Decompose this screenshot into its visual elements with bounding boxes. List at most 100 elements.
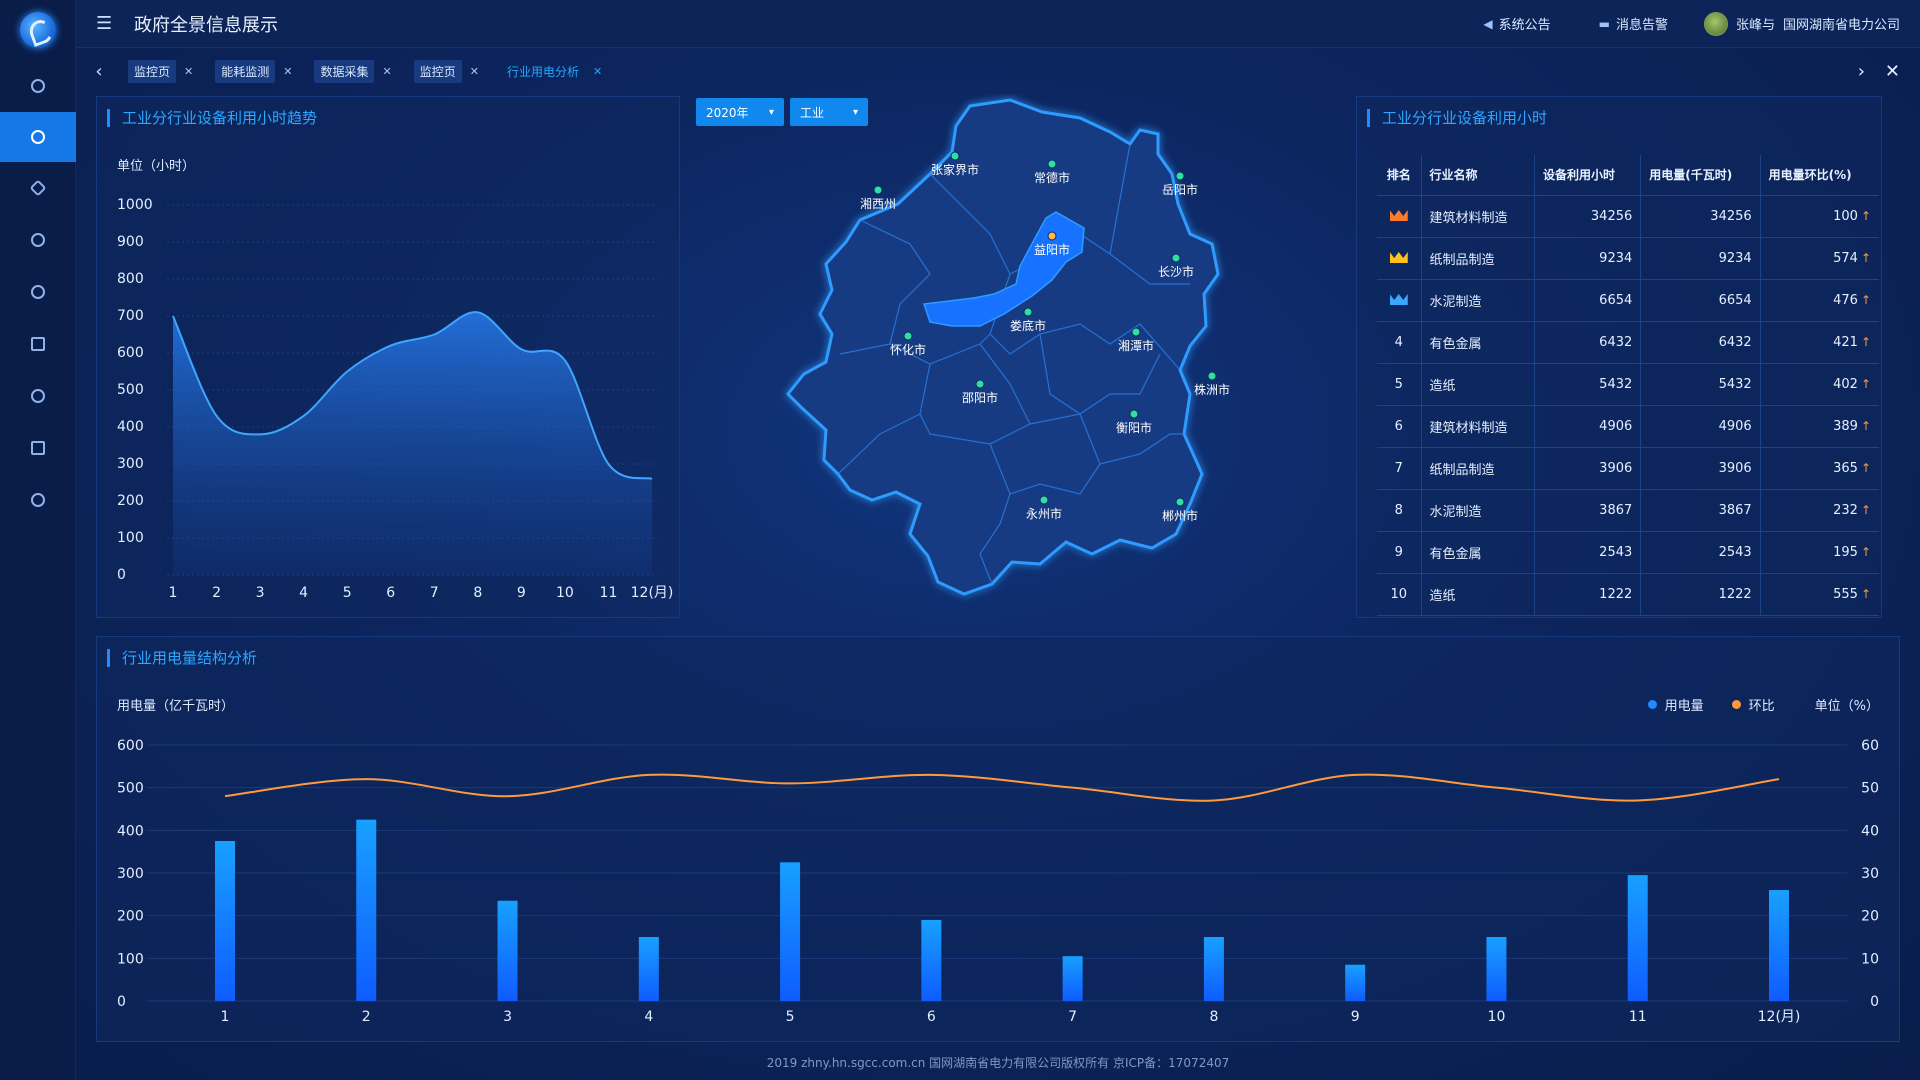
tab-monitor[interactable]: 监控页 ✕ — [122, 58, 199, 84]
close-icon[interactable]: ✕ — [382, 65, 391, 78]
tab-data-collection[interactable]: 数据采集 ✕ — [308, 58, 397, 84]
city-marker[interactable] — [1129, 409, 1139, 419]
tab-monitor-2[interactable]: 监控页 ✕ — [408, 58, 485, 84]
close-icon[interactable]: ✕ — [283, 65, 292, 78]
y-tick-label: 300 — [117, 866, 144, 882]
rank-table: 排名 行业名称 设备利用小时 用电量(千瓦时) 用电量环比(%) 建筑材料制造 3… — [1377, 155, 1879, 616]
sidebar-item-edit[interactable] — [0, 422, 76, 474]
power-consumption: 5432 — [1640, 363, 1761, 406]
city-marker[interactable] — [903, 331, 913, 341]
trend-chart: 0 100 200 300 400 500 600 700 800 900 1000 1 2 3 4 5 6 7 8… — [117, 197, 674, 601]
x-tick-label: 10 — [1488, 1009, 1506, 1025]
announcement-button[interactable]: ◀ 系统公告 — [1483, 14, 1551, 34]
sidebar-item-settings[interactable] — [0, 474, 76, 526]
rank-number: 5 — [1377, 363, 1422, 406]
city-label: 娄底市 — [1010, 318, 1046, 333]
arrow-up-icon: ↑ — [1860, 208, 1871, 223]
power-bar[interactable] — [215, 841, 235, 1001]
city-marker[interactable] — [1131, 327, 1141, 337]
user-menu[interactable]: 张峰与 国网湖南省电力公司 — [1703, 11, 1900, 36]
x-tick-label: 12(月) — [631, 585, 674, 601]
utilization-hours: 6432 — [1534, 321, 1642, 364]
x-tick-label: 1 — [169, 585, 178, 601]
close-icon[interactable]: ✕ — [470, 65, 479, 78]
utilization-hours: 9234 — [1534, 237, 1642, 280]
city-marker[interactable] — [1039, 495, 1049, 505]
city-marker[interactable] — [1175, 497, 1185, 507]
menu-toggle-icon[interactable]: ☰ — [96, 13, 116, 34]
city-marker[interactable] — [873, 185, 883, 195]
city-label: 长沙市 — [1158, 264, 1194, 279]
app-logo[interactable] — [0, 0, 76, 60]
sidebar-item-network[interactable] — [0, 214, 76, 266]
x-tick-label: 1 — [221, 1009, 230, 1025]
column-header: 用电量(千瓦时) — [1640, 155, 1761, 196]
city-label: 怀化市 — [890, 342, 926, 357]
table-row: 7 纸制品制造 3906 3906 365 ↑ — [1377, 447, 1879, 490]
power-bar[interactable] — [1062, 956, 1083, 1001]
industry-name: 水泥制造 — [1421, 489, 1535, 532]
ratio-value: 365 ↑ — [1760, 447, 1879, 490]
close-all-icon[interactable]: ✕ — [1885, 61, 1900, 82]
sidebar-item-cloud[interactable] — [0, 266, 76, 318]
sidebar-item-cube[interactable] — [0, 162, 76, 214]
sidebar-item-document[interactable] — [0, 318, 76, 370]
power-bar[interactable] — [1345, 964, 1366, 1001]
city-marker[interactable] — [1175, 171, 1185, 181]
crown-icon — [1390, 207, 1408, 221]
tab-prev-icon[interactable]: ‹ — [86, 61, 112, 82]
sidebar-item-overview[interactable] — [0, 60, 76, 112]
announcement-label: 系统公告 — [1498, 18, 1551, 33]
tab-industry-analysis[interactable]: 行业用电分析 ✕ — [495, 58, 608, 84]
city-marker[interactable] — [1047, 159, 1057, 169]
year-select[interactable]: 2020年 ▾ — [696, 98, 784, 126]
power-bar[interactable] — [1203, 937, 1224, 1001]
power-bar[interactable] — [1486, 937, 1507, 1001]
alerts-button[interactable]: ▬ 消息告警 — [1599, 14, 1668, 34]
x-tick-label: 9 — [1351, 1009, 1360, 1025]
x-tick-label: 2 — [362, 1009, 371, 1025]
tab-label: 能耗监测 — [215, 59, 276, 83]
rank-number: 9 — [1377, 531, 1422, 574]
city-marker[interactable] — [950, 151, 960, 161]
power-bar[interactable] — [921, 919, 942, 1001]
y-tick-label: 500 — [117, 382, 144, 398]
power-consumption: 4906 — [1640, 405, 1761, 448]
city-marker[interactable] — [1047, 231, 1057, 241]
power-bar[interactable] — [780, 862, 801, 1001]
city-marker[interactable] — [1207, 371, 1217, 381]
power-bar[interactable] — [1769, 890, 1789, 1001]
tab-label: 监控页 — [413, 59, 462, 83]
city-marker[interactable] — [1023, 307, 1033, 317]
y-tick-label: 0 — [117, 994, 126, 1010]
city-marker[interactable] — [975, 379, 985, 389]
industry-name: 纸制品制造 — [1421, 237, 1535, 280]
year-select-value: 2020年 — [706, 105, 749, 120]
x-tick-label: 8 — [473, 585, 482, 601]
y2-tick-label: 40 — [1861, 823, 1879, 839]
arrow-up-icon: ↑ — [1860, 250, 1871, 265]
city-label: 湘潭市 — [1118, 338, 1154, 353]
power-bar[interactable] — [1627, 875, 1648, 1001]
city-marker[interactable] — [1171, 253, 1181, 263]
tab-energy[interactable]: 能耗监测 ✕ — [209, 58, 298, 84]
tab-label: 监控页 — [128, 59, 177, 83]
power-bar[interactable] — [638, 937, 659, 1001]
network-icon — [31, 233, 45, 247]
x-tick-label: 6 — [386, 585, 395, 601]
currency-icon — [31, 389, 45, 403]
tab-next-icon[interactable]: › — [1858, 61, 1865, 82]
close-icon[interactable]: ✕ — [593, 65, 602, 78]
y-tick-label: 200 — [117, 493, 144, 509]
sidebar-item-industry[interactable] — [0, 112, 76, 162]
sidebar-item-currency[interactable] — [0, 370, 76, 422]
table-row: 10 造纸 1222 1222 555 ↑ — [1377, 573, 1879, 616]
power-bar[interactable] — [356, 819, 377, 1001]
table-row: 8 水泥制造 3867 3867 232 ↑ — [1377, 489, 1879, 532]
arrow-up-icon: ↑ — [1860, 544, 1871, 559]
power-bar[interactable] — [497, 900, 518, 1001]
y2-tick-label: 30 — [1861, 866, 1879, 882]
close-icon[interactable]: ✕ — [184, 65, 193, 78]
city-label: 永州市 — [1026, 506, 1062, 521]
city-label: 益阳市 — [1034, 242, 1070, 257]
